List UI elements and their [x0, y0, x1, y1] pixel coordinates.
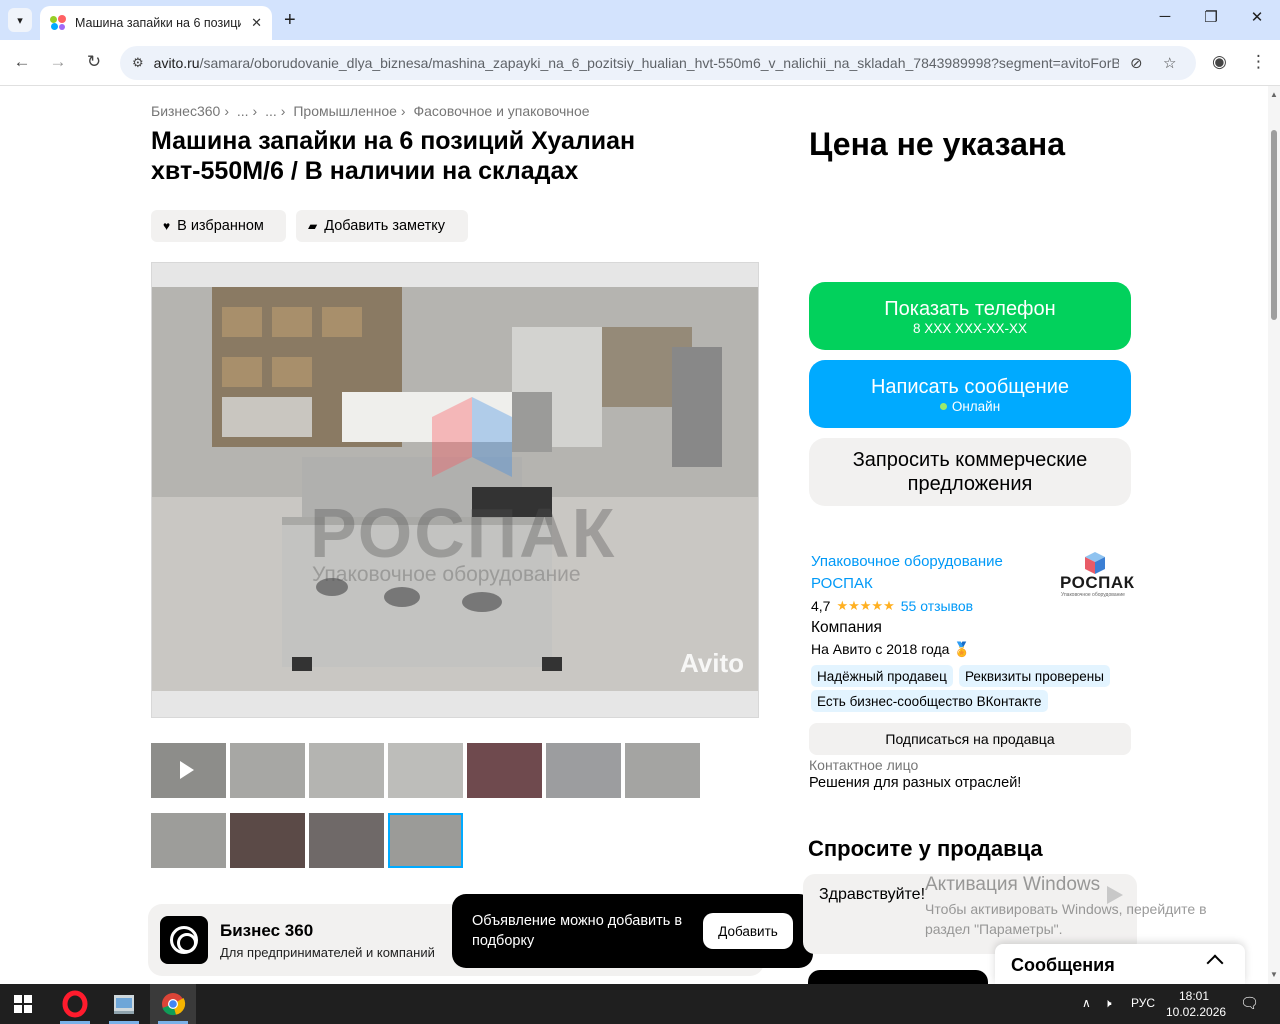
windows-taskbar: ∧ 🕨 РУС 18:01 10.02.2026 🗨 [0, 984, 1280, 1024]
window-close-icon[interactable]: ✕ [1245, 8, 1269, 26]
forward-icon[interactable]: → [47, 52, 69, 72]
notifications-icon[interactable]: 🗨 [1240, 994, 1259, 1012]
thumbnail[interactable] [151, 813, 226, 868]
favorite-button[interactable]: ♥ В избранном [151, 210, 286, 242]
tab-search-icon[interactable]: ▾ [8, 8, 32, 32]
write-message-button[interactable]: Написать сообщение Онлайн [809, 360, 1131, 428]
close-icon[interactable]: ✕ [251, 15, 262, 31]
address-bar[interactable]: ⚙ avito.ru/samara/oborudovanie_dlya_bizn… [120, 46, 1196, 80]
rating-value: 4,7 [811, 598, 831, 614]
thumbnail[interactable] [230, 743, 305, 798]
rospak-watermark-sub: Упаковочное оборудование [312, 563, 581, 586]
browser-toolbar: ← → ↻ ⚙ avito.ru/samara/oborudovanie_dly… [0, 40, 1280, 86]
scroll-up-icon[interactable]: ▲ [1270, 90, 1278, 99]
thumbnail-selected[interactable] [388, 813, 463, 868]
reload-icon[interactable]: ↻ [83, 52, 105, 72]
subscribe-button[interactable]: Подписаться на продавца [809, 723, 1131, 755]
kebab-menu-icon[interactable]: ⋮ [1250, 52, 1267, 72]
rospak-cube-icon [1085, 552, 1105, 574]
plus-icon[interactable]: + [284, 9, 296, 32]
add-note-button[interactable]: ▰ Добавить заметку [296, 210, 468, 242]
page-scrollbar[interactable]: ▲ ▼ [1268, 86, 1280, 984]
reviews-link[interactable]: 55 отзывов [901, 598, 973, 614]
chrome-icon[interactable] [150, 984, 196, 1024]
browser-tab[interactable]: Машина запайки на 6 позиций Хуалиан хвт-… [40, 6, 272, 40]
breadcrumb: Бизнес360 › ... › ... › Промышленное › Фасов… [151, 103, 590, 119]
page-content: Бизнес360 › ... › ... › Промышленное › Фасов… [0, 86, 1268, 984]
add-to-collection-toast: Объявление можно добавить в подборку Доб… [452, 894, 813, 968]
star-icon[interactable]: ☆ [1163, 54, 1176, 72]
note-icon: ▰ [308, 219, 318, 233]
tab-title: Машина запайки на 6 позиций Хуалиан хвт-… [75, 16, 242, 30]
ask-seller-title: Спросите у продавца [808, 836, 1043, 861]
thumbnail[interactable] [309, 743, 384, 798]
masked-phone: 8 XXX XXX-XX-XX [912, 320, 1028, 336]
badge-verified[interactable]: Реквизиты проверены [959, 665, 1110, 687]
product-photo [152, 287, 758, 691]
opera-icon[interactable] [52, 984, 98, 1024]
contact-value: Решения для разных отраслей! [809, 775, 1022, 791]
breadcrumb-item[interactable]: ... [237, 103, 249, 119]
minimize-icon[interactable]: ─ [1153, 8, 1177, 25]
online-dot-icon [939, 403, 947, 411]
seller-type: Компания [811, 619, 882, 636]
trophy-icon: 🏅 [953, 641, 971, 657]
business360-logo-icon [160, 916, 208, 964]
tracking-off-icon[interactable]: ⊘ [1130, 54, 1143, 72]
clock[interactable]: 18:01 10.02.2026 [1166, 988, 1226, 1020]
contact-label: Контактное лицо [809, 757, 919, 773]
breadcrumb-item[interactable]: Промышленное [293, 103, 397, 119]
badge-vk-community[interactable]: Есть бизнес-сообщество ВКонтакте [811, 690, 1048, 712]
toast-add-button[interactable]: Добавить [703, 913, 793, 949]
restore-icon[interactable]: ❐ [1199, 8, 1223, 26]
main-photo[interactable]: РОСПАК Упаковочное оборудование Avito [151, 262, 759, 718]
profile-icon[interactable]: ◉ [1212, 52, 1227, 72]
breadcrumb-item[interactable]: Фасовочное и упаковочное [413, 103, 589, 119]
thumbnail[interactable] [625, 743, 700, 798]
breadcrumb-item[interactable]: Бизнес360 [151, 103, 220, 119]
windows-activation-watermark: Активация Windows Чтобы активировать Win… [925, 874, 1207, 937]
toast-text: Объявление можно добавить в подборку [472, 913, 683, 949]
language-indicator[interactable]: РУС [1131, 996, 1155, 1010]
thumbnail[interactable] [388, 743, 463, 798]
page-title: Машина запайки на 6 позиций Хуалиан хвт-… [151, 127, 636, 185]
ask-next-button[interactable] [808, 970, 988, 984]
online-status: Онлайн [951, 398, 1001, 414]
show-phone-button[interactable]: Показать телефон 8 XXX XXX-XX-XX [809, 282, 1131, 350]
breadcrumb-item[interactable]: ... [265, 103, 277, 119]
thumbnail[interactable] [230, 813, 305, 868]
thumbnail[interactable] [546, 743, 621, 798]
video-thumbnail[interactable] [151, 743, 226, 798]
url-text[interactable]: avito.ru/samara/oborudovanie_dlya_biznes… [154, 55, 1119, 71]
business360-subtitle: Для предпринимателей и компаний [220, 945, 435, 960]
request-offers-button[interactable]: Запросить коммерческие предложения [809, 438, 1131, 506]
seller-rating: 4,7 ★★★★★ 55 отзывов [811, 598, 973, 614]
heart-icon: ♥ [163, 219, 171, 233]
site-settings-icon[interactable]: ⚙ [132, 55, 144, 71]
rating-stars-icon: ★★★★★ [836, 598, 895, 613]
business360-title: Бизнес 360 [220, 921, 314, 940]
back-icon[interactable]: ← [11, 52, 33, 72]
thumbnail[interactable] [309, 813, 384, 868]
messages-panel[interactable]: Сообщения [995, 944, 1245, 984]
avito-watermark: Avito [679, 648, 744, 678]
seller-name-link[interactable]: Упаковочное оборудование РОСПАК [811, 551, 1041, 595]
scroll-down-icon[interactable]: ▼ [1270, 970, 1278, 979]
thumbnail[interactable] [467, 743, 542, 798]
scroll-thumb[interactable] [1271, 130, 1277, 320]
chevron-up-icon[interactable] [1206, 954, 1224, 972]
volume-mute-icon[interactable]: 🕨 [1104, 996, 1112, 1011]
tray-chevron-up-icon[interactable]: ∧ [1082, 996, 1091, 1010]
badge-reliable[interactable]: Надёжный продавец [811, 665, 953, 687]
rospak-watermark: РОСПАК [310, 494, 617, 572]
price: Цена не указана [809, 126, 1065, 162]
play-icon [180, 761, 194, 779]
avito-favicon-icon [50, 15, 66, 31]
file-explorer-icon[interactable] [101, 984, 147, 1024]
windows-start-icon[interactable] [14, 995, 32, 1013]
seller-logo[interactable]: РОСПАК Упаковочное оборудование [1058, 552, 1134, 600]
browser-tab-bar: ▾ Машина запайки на 6 позиций Хуалиан хв… [0, 0, 1280, 40]
seller-since: На Авито с 2018 года 🏅 [811, 641, 971, 657]
messages-title: Сообщения [1011, 955, 1115, 975]
